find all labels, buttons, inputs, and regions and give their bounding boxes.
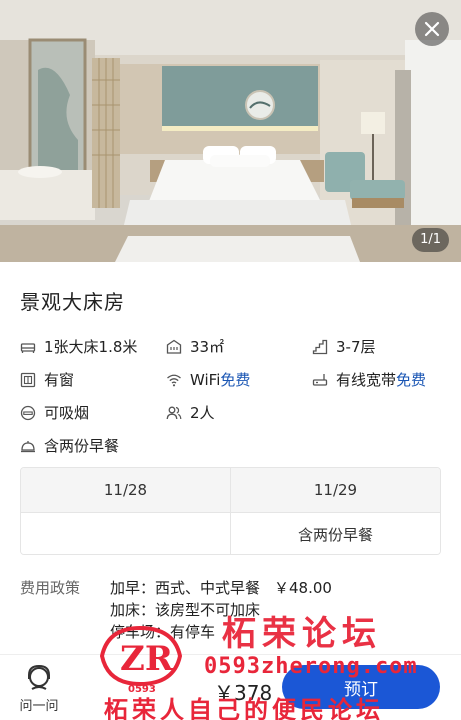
policy-list: 加早：西式、中式早餐 ￥48.00 加床：该房型不可加床 停车场：有停车 [110,577,440,643]
smoking-icon [20,405,36,420]
facilities-grid: 1张大床1.8米 33㎡ 3-7层 有窗 WiFi 免费 有线宽带 免费 可吸烟… [20,330,445,462]
facility-window-text: 有窗 [44,371,75,389]
close-button[interactable] [415,12,449,46]
wifi-icon [167,374,181,386]
date-value-row: 含两份早餐 [21,512,440,554]
room-title: 景观大床房 [20,290,125,314]
date-header-cell: 11/29 [230,468,440,512]
facilities-row: 有窗 WiFi 免费 有线宽带 免费 [20,363,445,396]
customer-service-icon [28,664,50,690]
facility-area-text: 33㎡ [190,338,225,356]
facility-smoking: 可吸烟 [20,402,166,423]
facility-bed: 1张大床1.8米 [20,336,166,357]
facilities-row: 1张大床1.8米 33㎡ 3-7层 [20,330,445,363]
bottom-action-bar: 问一问 ￥378 预订 [0,654,461,720]
date-header-row: 11/28 11/29 [21,468,440,512]
cloche-icon [21,440,35,452]
date-header-cell: 11/28 [103,481,148,499]
facility-bed-text: 1张大床1.8米 [44,338,138,356]
facility-occupancy: 2人 [166,402,312,423]
close-icon [424,21,440,37]
facility-broadband: 有线宽带 免费 [312,369,445,390]
policy-extra-bed: 加床：该房型不可加床 [110,601,261,619]
ethernet-icon [312,373,328,386]
room-photo-illustration [0,0,461,262]
facility-broadband-value: 免费 [396,371,427,389]
ask-label: 问一问 [19,699,59,714]
bed-icon [20,342,36,353]
book-button[interactable]: 预订 [282,665,440,709]
ask-button[interactable]: 问一问 [10,663,68,719]
facility-broadband-label: 有线宽带 [336,371,397,389]
policy-extra-breakfast-price: ￥48.00 [274,579,332,597]
facilities-row: 可吸烟 2人 [20,396,445,429]
policy-parking: 停车场：有停车 [110,623,216,641]
facility-window: 有窗 [20,369,166,390]
date-price-table: 11/28 11/29 含两份早餐 [20,467,441,555]
window-icon [20,372,36,387]
policy-label: 费用政策 [20,579,81,597]
facilities-row: 含两份早餐 [20,429,445,462]
area-icon [166,339,182,354]
facility-floor-text: 3-7层 [336,338,376,356]
facility-floor: 3-7层 [312,336,445,357]
date-value-cell [21,513,230,554]
facility-area: 33㎡ [166,336,312,357]
stairs-icon [312,339,328,354]
policy-extra-breakfast: 加早：西式、中式早餐 ￥48.00 [110,577,440,599]
date-value-cell: 含两份早餐 [230,513,440,554]
photo-counter: 1/1 [412,228,449,252]
facility-breakfast: 含两份早餐 [20,435,166,456]
facility-wifi-label: WiFi [190,370,221,389]
facility-wifi-value: 免费 [220,371,251,389]
facility-wifi: WiFi 免费 [166,369,312,390]
people-icon [166,406,182,419]
policy-extra-breakfast-text: 加早：西式、中式早餐 [110,579,261,597]
total-price: ￥378 [214,681,273,705]
facility-breakfast-text: 含两份早餐 [44,437,120,455]
room-photo[interactable]: 1/1 [0,0,461,262]
facility-occupancy-text: 2人 [190,404,215,422]
facility-smoking-text: 可吸烟 [44,404,90,422]
